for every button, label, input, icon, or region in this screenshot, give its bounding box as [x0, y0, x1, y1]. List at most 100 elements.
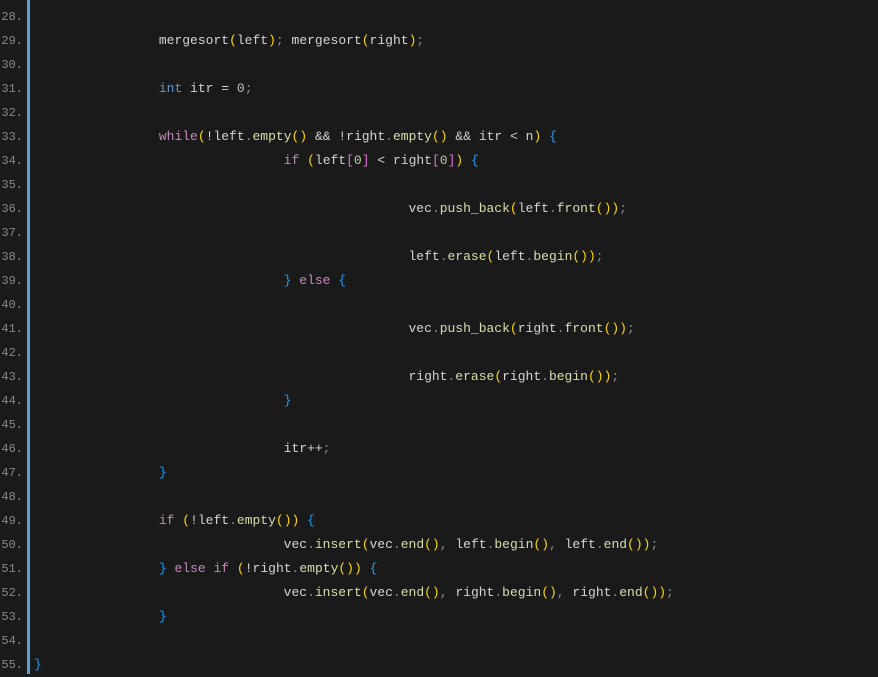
code-token: front: [557, 201, 596, 216]
code-line[interactable]: mergesort(left); mergesort(right);: [34, 29, 878, 53]
code-line[interactable]: [34, 173, 878, 197]
code-token: right: [385, 153, 432, 168]
code-line[interactable]: }: [34, 389, 878, 413]
code-line[interactable]: }: [34, 605, 878, 629]
code-line[interactable]: }: [34, 653, 878, 677]
code-token: .: [432, 201, 440, 216]
code-token: .: [541, 369, 549, 384]
code-line[interactable]: itr++;: [34, 437, 878, 461]
code-token: ,: [440, 585, 448, 600]
code-token: right: [370, 33, 409, 48]
code-token: end: [604, 537, 627, 552]
code-token: begin: [533, 249, 572, 264]
code-token: left: [518, 201, 549, 216]
code-token: erase: [448, 249, 487, 264]
code-token: .: [596, 537, 604, 552]
code-line[interactable]: [34, 629, 878, 653]
code-token: [362, 561, 370, 576]
code-token: [299, 513, 307, 528]
code-token: {: [338, 273, 346, 288]
code-line[interactable]: if (!left.empty()) {: [34, 509, 878, 533]
code-line[interactable]: [34, 53, 878, 77]
line-number: 28.: [0, 5, 27, 29]
code-token: }: [159, 609, 167, 624]
line-number: 52.: [0, 581, 27, 605]
code-line[interactable]: [34, 293, 878, 317]
code-token: .: [440, 249, 448, 264]
line-number: 39.: [0, 269, 27, 293]
code-token: .: [229, 513, 237, 528]
code-token: &&: [315, 129, 331, 144]
code-token: end: [619, 585, 642, 600]
code-token: {: [549, 129, 557, 144]
code-line[interactable]: [34, 485, 878, 509]
code-token: 0: [354, 153, 362, 168]
code-token: right: [448, 585, 495, 600]
code-token: ): [268, 33, 276, 48]
code-line[interactable]: [34, 413, 878, 437]
code-token: begin: [549, 369, 588, 384]
code-token: if: [284, 153, 300, 168]
code-token: (: [229, 33, 237, 48]
line-number: 35.: [0, 173, 27, 197]
line-number: 45.: [0, 413, 27, 437]
code-token: end: [401, 585, 424, 600]
code-line[interactable]: } else {: [34, 269, 878, 293]
line-number: 41.: [0, 317, 27, 341]
code-token: ,: [557, 585, 565, 600]
code-token: mergesort: [159, 33, 229, 48]
code-token: ,: [440, 537, 448, 552]
code-line[interactable]: }: [34, 461, 878, 485]
code-token: (): [541, 585, 557, 600]
code-token: empty: [393, 129, 432, 144]
code-token: (: [362, 585, 370, 600]
code-line[interactable]: vec.push_back(left.front());: [34, 197, 878, 221]
code-token: left: [237, 33, 268, 48]
code-token: {: [307, 513, 315, 528]
code-token: else: [299, 273, 330, 288]
code-line[interactable]: vec.insert(vec.end(), left.begin(), left…: [34, 533, 878, 557]
code-line[interactable]: right.erase(right.begin());: [34, 365, 878, 389]
code-token: vec: [370, 537, 393, 552]
code-token: left: [494, 249, 525, 264]
code-token: left: [448, 537, 487, 552]
code-line[interactable]: left.erase(left.begin());: [34, 245, 878, 269]
line-number: 36.: [0, 197, 27, 221]
code-token: vec: [370, 585, 393, 600]
code-token: while: [159, 129, 198, 144]
code-line[interactable]: vec.push_back(right.front());: [34, 317, 878, 341]
code-token: ;: [323, 441, 331, 456]
line-number: 49.: [0, 509, 27, 533]
code-line[interactable]: [34, 101, 878, 125]
code-token: {: [471, 153, 479, 168]
code-token: (: [307, 153, 315, 168]
code-token: left: [408, 249, 439, 264]
code-token: 0: [440, 153, 448, 168]
code-line[interactable]: vec.insert(vec.end(), right.begin(), rig…: [34, 581, 878, 605]
code-token: itr: [284, 441, 307, 456]
code-editor-area[interactable]: mergesort(left); mergesort(right); int i…: [30, 0, 878, 674]
code-token: (: [510, 201, 518, 216]
code-token: [229, 561, 237, 576]
code-line[interactable]: } else if (!right.empty()) {: [34, 557, 878, 581]
code-token: (: [198, 129, 206, 144]
line-number: 38.: [0, 245, 27, 269]
code-token: <: [510, 129, 518, 144]
code-token: !right: [331, 129, 386, 144]
code-line[interactable]: while(!left.empty() && !right.empty() &&…: [34, 125, 878, 149]
line-number: 55.: [0, 653, 27, 677]
code-token: ;: [276, 33, 284, 48]
code-token: push_back: [440, 321, 510, 336]
code-token: ;: [416, 33, 424, 48]
code-token: ()): [276, 513, 299, 528]
code-token: ()): [604, 321, 627, 336]
code-token: .: [307, 537, 315, 552]
code-token: 0: [237, 81, 245, 96]
code-line[interactable]: [34, 5, 878, 29]
code-line[interactable]: [34, 221, 878, 245]
code-token: vec: [284, 585, 307, 600]
code-line[interactable]: if (left[0] < right[0]) {: [34, 149, 878, 173]
code-token: [206, 561, 214, 576]
code-line[interactable]: int itr = 0;: [34, 77, 878, 101]
code-line[interactable]: [34, 341, 878, 365]
